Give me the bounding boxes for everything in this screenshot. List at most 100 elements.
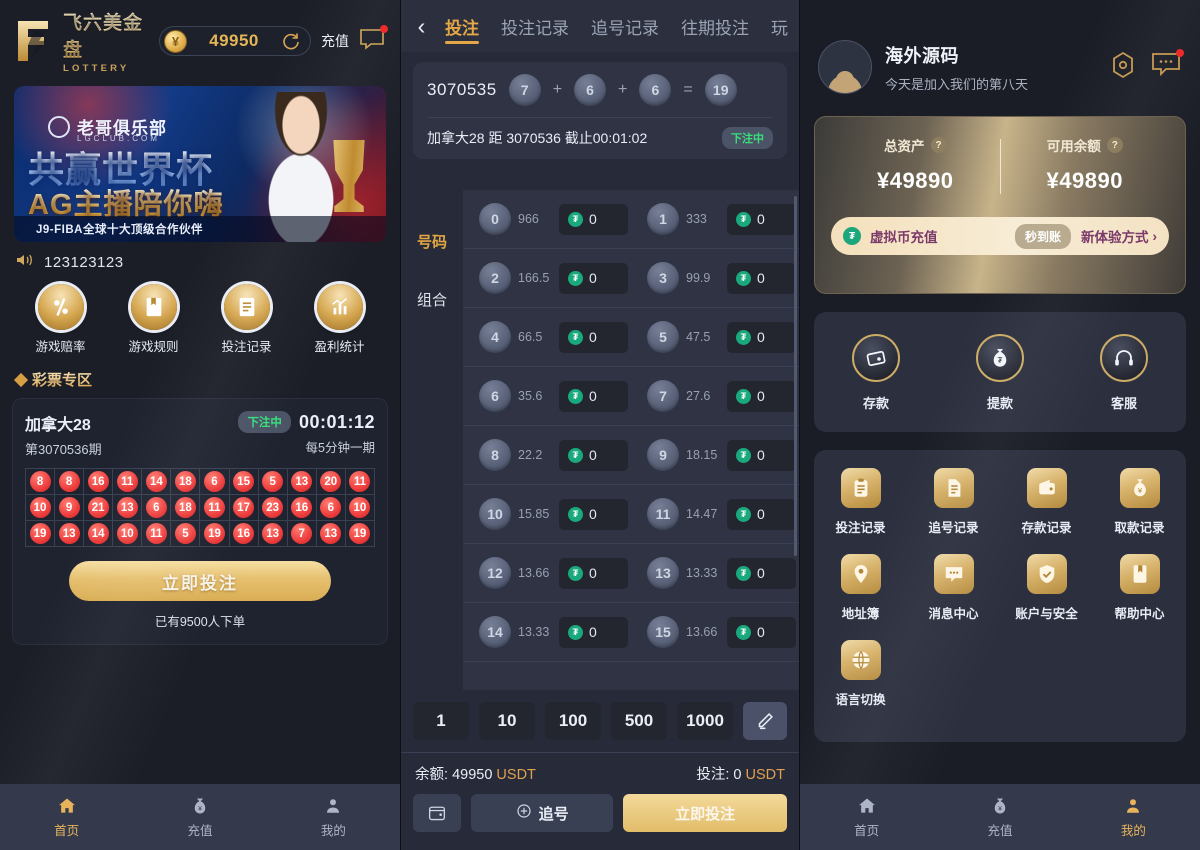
bet-option[interactable]: 7 27.6 ₮ 0 [631, 380, 799, 412]
category-combos[interactable]: 组合 [401, 270, 463, 328]
chip-amount[interactable]: 10 [479, 702, 535, 740]
tabbar-item-recharge[interactable]: ¥ 充值 [133, 795, 266, 839]
action-deposit[interactable]: 存款 [814, 334, 938, 412]
menu-item-7[interactable]: 账户与安全 [1000, 554, 1093, 622]
chevron-left-icon[interactable]: ‹ [409, 13, 434, 40]
history-grid-row: 8 8 16 11 14 18 6 15 5 13 20 11 [24, 468, 376, 495]
history-ball: 16 [87, 471, 109, 492]
bet-amount-input[interactable]: ₮ 0 [727, 380, 796, 412]
bet-option[interactable]: 13 13.33 ₮ 0 [631, 557, 799, 589]
bet-amount-input[interactable]: ₮ 0 [727, 262, 796, 294]
bet-amount-input[interactable]: ₮ 0 [727, 498, 796, 530]
chip-amount[interactable]: 100 [545, 702, 601, 740]
wallet-icon[interactable] [413, 794, 461, 832]
bet-option[interactable]: 11 14.47 ₮ 0 [631, 498, 799, 530]
bet-option[interactable]: 5 47.5 ₮ 0 [631, 321, 799, 353]
announcement-bar[interactable]: 123123123 [0, 242, 400, 282]
quick-item-bet-history[interactable]: 投注记录 [200, 284, 293, 355]
tab-bet-history[interactable]: 投注记录 [490, 0, 580, 52]
lottery-card[interactable]: 加拿大28 第3070536期 下注中 00:01:12 每5分钟一期 8 8 16… [12, 398, 388, 645]
bet-amount-input[interactable]: ₮ 0 [559, 262, 628, 294]
plus-sign-2: + [618, 81, 628, 98]
quick-item-profit-stats[interactable]: 盈利统计 [293, 284, 386, 355]
tabbar-item-home[interactable]: 首页 [0, 795, 133, 839]
question-icon[interactable]: ? [1106, 137, 1123, 153]
bet-option-row: 2 166.5 ₮ 0 3 99.9 ₮ 0 [463, 249, 799, 308]
bet-amount-input[interactable]: ₮ 0 [727, 203, 796, 235]
tab-chase-history[interactable]: 追号记录 [580, 0, 670, 52]
recharge-link[interactable]: 充值 [321, 31, 349, 51]
bet-amount-input[interactable]: ₮ 0 [559, 498, 628, 530]
tabbar-item-recharge[interactable]: ¥ 充值 [933, 795, 1066, 839]
question-icon[interactable]: ? [930, 137, 947, 153]
chip-amount[interactable]: 1 [413, 702, 469, 740]
menu-item-label: 追号记录 [928, 521, 979, 535]
chart-icon [316, 284, 363, 330]
tab-past-bets[interactable]: 往期投注 [670, 0, 760, 52]
tab-bet[interactable]: 投注 [434, 0, 490, 52]
refresh-icon[interactable] [281, 31, 301, 51]
bet-option[interactable]: 8 22.2 ₮ 0 [463, 439, 631, 471]
message-icon[interactable] [1150, 49, 1184, 83]
submit-bet-button[interactable]: 立即投注 [623, 794, 787, 832]
menu-item-4[interactable]: ¥ 取款记录 [1093, 468, 1186, 536]
promo-banner[interactable]: 老哥俱乐部 LGCLUB.COM 共赢世界杯 AG主播陪你嗨 J9-FIBA全球… [14, 86, 386, 242]
tabbar-item-profile[interactable]: 我的 [1067, 795, 1200, 839]
menu-item-5[interactable]: 地址簿 [814, 554, 907, 622]
bet-option[interactable]: 2 166.5 ₮ 0 [463, 262, 631, 294]
bet-amount-input[interactable]: ₮ 0 [559, 380, 628, 412]
bet-option[interactable]: 10 15.85 ₮ 0 [463, 498, 631, 530]
crypto-recharge-banner[interactable]: ₮ 虚拟币充值 秒到账 新体验方式 › [831, 217, 1169, 255]
menu-item-6[interactable]: 消息中心 [907, 554, 1000, 622]
bet-amount-input[interactable]: ₮ 0 [727, 321, 796, 353]
bet-amount-input[interactable]: ₮ 0 [727, 616, 796, 648]
quick-item-rules[interactable]: 游戏规则 [107, 284, 200, 355]
pencil-icon[interactable] [743, 702, 787, 740]
bet-option[interactable]: 6 35.6 ₮ 0 [463, 380, 631, 412]
bet-option[interactable]: 1 333 ₮ 0 [631, 203, 799, 235]
bet-amount-input[interactable]: ₮ 0 [559, 203, 628, 235]
chip-amount[interactable]: 1000 [677, 702, 733, 740]
banner-club-mark-icon [48, 115, 70, 138]
bet-amount-input[interactable]: ₮ 0 [559, 439, 628, 471]
gear-hex-icon[interactable] [1108, 50, 1138, 85]
bet-options-list[interactable]: 0 966 ₮ 0 1 333 ₮ 0 2 166.5 ₮ 0 3 99.9 ₮ 0 4 66.5 ₮ 0 5 47.5 ₮… [463, 190, 799, 690]
bet-amount-input[interactable]: ₮ 0 [559, 616, 628, 648]
bet-option[interactable]: 12 13.66 ₮ 0 [463, 557, 631, 589]
history-grid-cell: 13 [286, 468, 317, 495]
list-scrollbar[interactable] [794, 196, 797, 556]
action-support[interactable]: 客服 [1062, 334, 1186, 412]
message-icon[interactable] [358, 24, 388, 56]
bet-amount-value: 0 [757, 329, 765, 345]
bet-now-button[interactable]: 立即投注 [69, 561, 331, 601]
new-experience-link[interactable]: 新体验方式 › [1081, 226, 1157, 246]
tab-play-rules[interactable]: 玩 [760, 0, 799, 52]
chip-amount[interactable]: 500 [611, 702, 667, 740]
tabbar-item-profile[interactable]: 我的 [267, 795, 400, 839]
action-withdraw[interactable]: ₮ 提款 [938, 334, 1062, 412]
bet-option[interactable]: 14 13.33 ₮ 0 [463, 616, 631, 648]
bet-option[interactable]: 3 99.9 ₮ 0 [631, 262, 799, 294]
balance-pill[interactable]: ¥ 49950 [159, 26, 311, 56]
history-ball: 10 [29, 497, 51, 518]
history-ball: 16 [233, 523, 255, 544]
bet-amount-input[interactable]: ₮ 0 [559, 557, 628, 589]
bet-amount-input[interactable]: ₮ 0 [727, 439, 796, 471]
avatar[interactable] [818, 40, 872, 94]
chase-button[interactable]: 追号 [471, 794, 614, 832]
bet-amount-input[interactable]: ₮ 0 [727, 557, 796, 589]
menu-item-8[interactable]: 帮助中心 [1093, 554, 1186, 622]
bet-option[interactable]: 9 18.15 ₮ 0 [631, 439, 799, 471]
menu-item-2[interactable]: 追号记录 [907, 468, 1000, 536]
tabbar-item-home[interactable]: 首页 [800, 795, 933, 839]
bet-amount-input[interactable]: ₮ 0 [559, 321, 628, 353]
menu-item-1[interactable]: 投注记录 [814, 468, 907, 536]
bet-option[interactable]: 15 13.66 ₮ 0 [631, 616, 799, 648]
menu-item-3[interactable]: 存款记录 [1000, 468, 1093, 536]
bet-option[interactable]: 0 966 ₮ 0 [463, 203, 631, 235]
menu-item-9[interactable]: 语言切换 [814, 640, 907, 708]
category-numbers[interactable]: 号码 [401, 212, 463, 270]
quick-item-odds[interactable]: 游戏赔率 [14, 284, 107, 355]
history-ball: 8 [29, 471, 51, 492]
bet-option[interactable]: 4 66.5 ₮ 0 [463, 321, 631, 353]
